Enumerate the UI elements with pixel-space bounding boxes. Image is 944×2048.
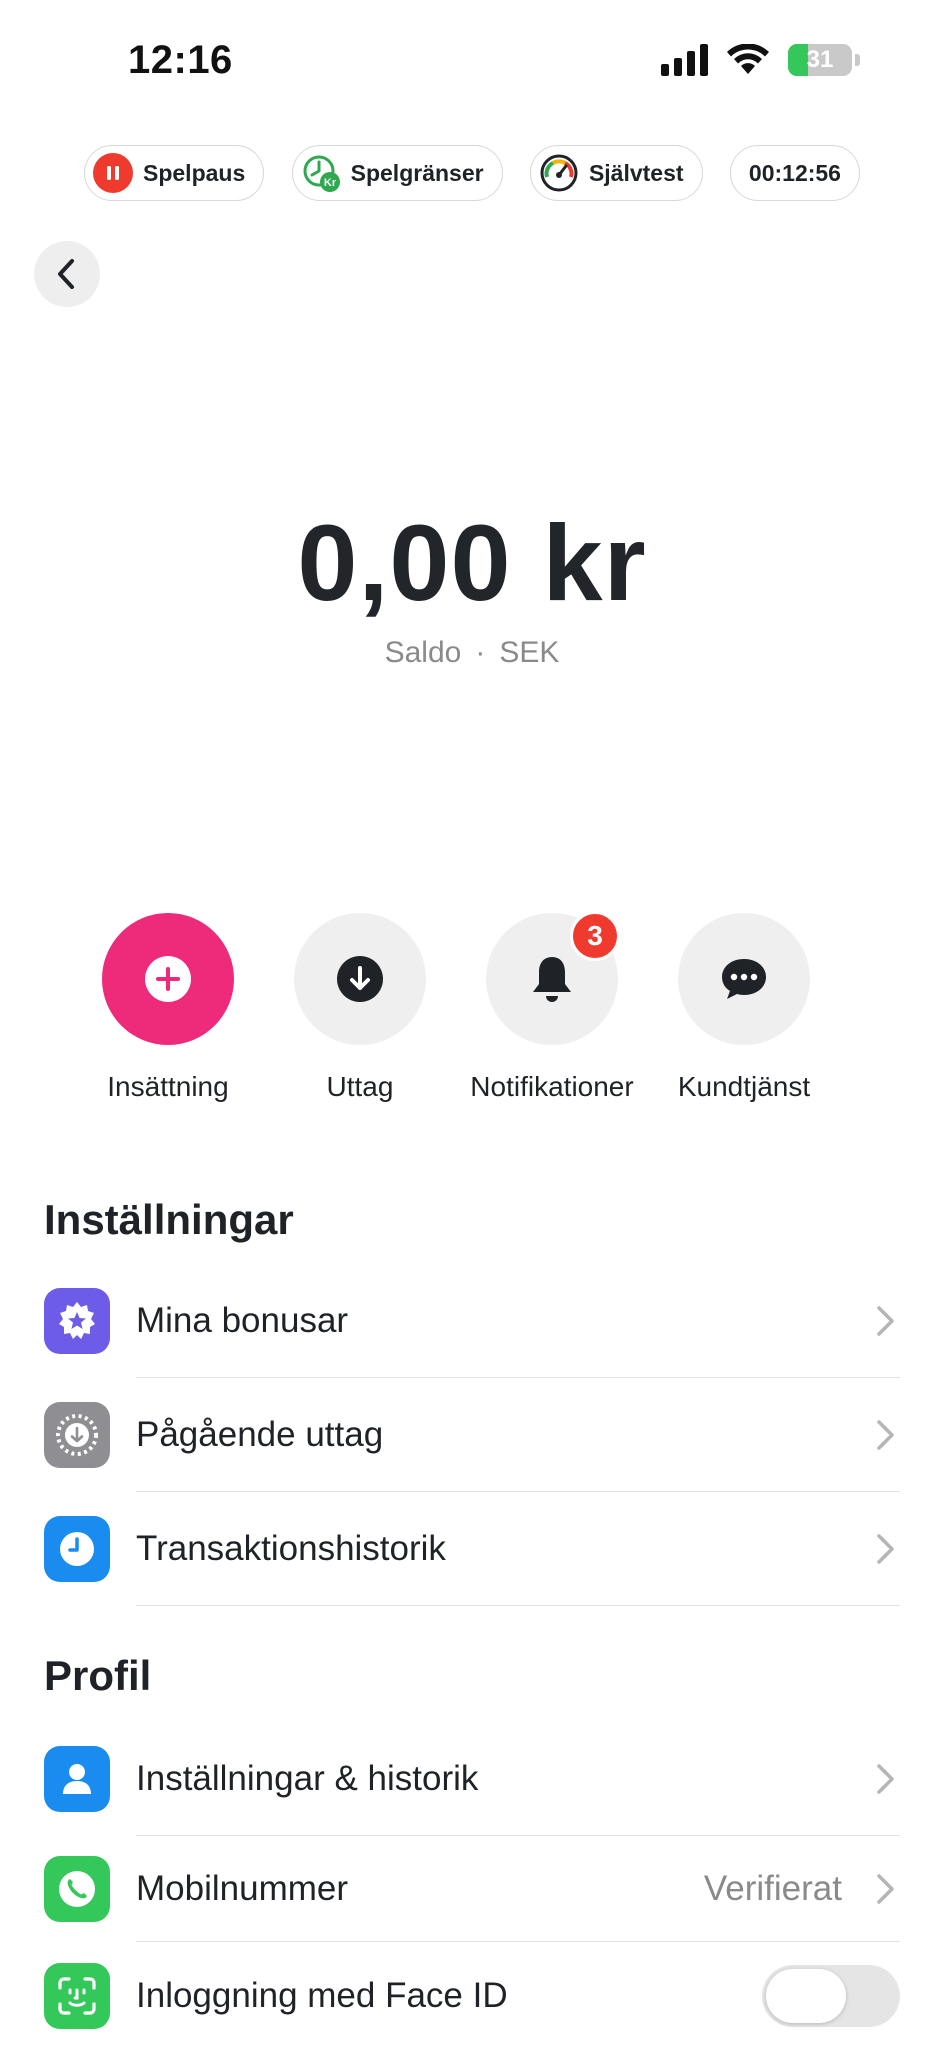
session-timer: 00:12:56 <box>729 145 860 201</box>
notifications-button[interactable]: 3 Notifikationer <box>470 911 634 1103</box>
status-time: 12:16 <box>128 38 233 82</box>
list-item-transaction-history[interactable]: Transaktionshistorik <box>44 1492 900 1606</box>
responsible-gaming-bar: Spelpaus Kr Spelgränser Självtest 00:12:… <box>84 145 860 201</box>
balance-amount: 0,00 kr <box>297 502 647 623</box>
balance-separator: · <box>475 636 486 669</box>
customer-service-button[interactable]: Kundtjänst <box>678 913 810 1103</box>
chevron-right-icon <box>877 1419 894 1450</box>
deposit-label: Insättning <box>107 1071 229 1102</box>
session-timer-value: 00:12:56 <box>748 159 841 186</box>
balance-label: Saldo <box>384 636 462 669</box>
toggle-knob <box>766 1968 846 2023</box>
list-item-mobile-number[interactable]: Mobilnummer Verifierat <box>44 1836 900 1942</box>
chevron-right-icon <box>877 1873 894 1904</box>
status-icons: 31 <box>661 44 860 76</box>
notification-count-badge: 3 <box>570 911 620 961</box>
sjalvtest-label: Självtest <box>588 159 684 186</box>
battery-icon: 31 <box>788 44 852 76</box>
customer-service-label: Kundtjänst <box>677 1071 811 1102</box>
withdraw-button[interactable]: Uttag <box>294 913 426 1103</box>
plus-circle-icon <box>145 956 191 1002</box>
bonus-star-icon <box>44 1288 110 1354</box>
transaction-history-label: Transaktionshistorik <box>136 1528 446 1568</box>
profile-list: Inställningar & historik Mobilnummer Ver… <box>44 1722 900 2048</box>
spelgranser-label: Spelgränser <box>350 159 484 186</box>
chevron-right-icon <box>877 1305 894 1336</box>
balance-caption: Saldo · SEK <box>0 636 944 670</box>
chevron-right-icon <box>877 1763 894 1794</box>
mobile-verified-status: Verifierat <box>703 1868 842 1908</box>
battery-level: 31 <box>806 46 834 73</box>
cellular-signal-icon <box>661 44 708 76</box>
wifi-icon <box>727 44 769 74</box>
mobile-number-label: Mobilnummer <box>136 1868 348 1908</box>
person-icon <box>44 1746 110 1812</box>
sjalvtest-chip[interactable]: Självtest <box>529 145 703 201</box>
arrow-down-circle-icon <box>337 956 383 1002</box>
spelpaus-chip[interactable]: Spelpaus <box>84 145 265 201</box>
back-button[interactable] <box>34 241 100 307</box>
phone-icon <box>44 1856 110 1922</box>
quick-actions: Insättning Uttag 3 Notifikationer Kundtj… <box>102 911 810 1103</box>
bell-icon <box>533 957 571 1002</box>
pause-icon <box>93 153 133 193</box>
spelgranser-chip[interactable]: Kr Spelgränser <box>291 145 503 201</box>
withdraw-label: Uttag <box>326 1071 394 1102</box>
face-id-toggle[interactable] <box>762 1964 900 2027</box>
spelpaus-label: Spelpaus <box>143 159 246 186</box>
limits-clock-icon: Kr <box>301 153 341 193</box>
chevron-left-icon <box>58 259 74 289</box>
clock-icon <box>44 1516 110 1582</box>
withdraw-circle[interactable] <box>294 913 426 1045</box>
list-item-face-id-login: Inloggning med Face ID <box>44 1942 900 2048</box>
face-id-icon <box>44 1963 110 2029</box>
face-id-label: Inloggning med Face ID <box>136 1975 508 2015</box>
customer-service-circle[interactable] <box>678 913 810 1045</box>
notifications-circle[interactable]: 3 <box>486 911 620 1045</box>
balance-currency: SEK <box>499 636 560 669</box>
settings-list: Mina bonusar Pågående uttag Transaktions… <box>44 1264 900 1606</box>
chevron-right-icon <box>877 1533 894 1564</box>
settings-history-label: Inställningar & historik <box>136 1758 479 1798</box>
deposit-circle[interactable] <box>102 913 234 1045</box>
list-item-pending-withdrawals[interactable]: Pågående uttag <box>44 1378 900 1492</box>
deposit-button[interactable]: Insättning <box>102 913 234 1103</box>
pending-withdrawals-label: Pågående uttag <box>136 1414 384 1454</box>
settings-section-title: Inställningar <box>44 1196 294 1243</box>
limits-icon-text: Kr <box>324 177 337 189</box>
list-item-my-bonuses[interactable]: Mina bonusar <box>44 1264 900 1378</box>
notifications-label: Notifikationer <box>470 1071 634 1102</box>
my-bonuses-label: Mina bonusar <box>136 1300 349 1340</box>
status-bar: 12:16 31 <box>0 0 944 120</box>
list-item-settings-history[interactable]: Inställningar & historik <box>44 1722 900 1836</box>
pending-withdrawal-icon <box>44 1402 110 1468</box>
gauge-icon <box>539 153 579 193</box>
chat-bubble-icon <box>722 959 766 999</box>
profile-section-title: Profil <box>44 1652 152 1699</box>
